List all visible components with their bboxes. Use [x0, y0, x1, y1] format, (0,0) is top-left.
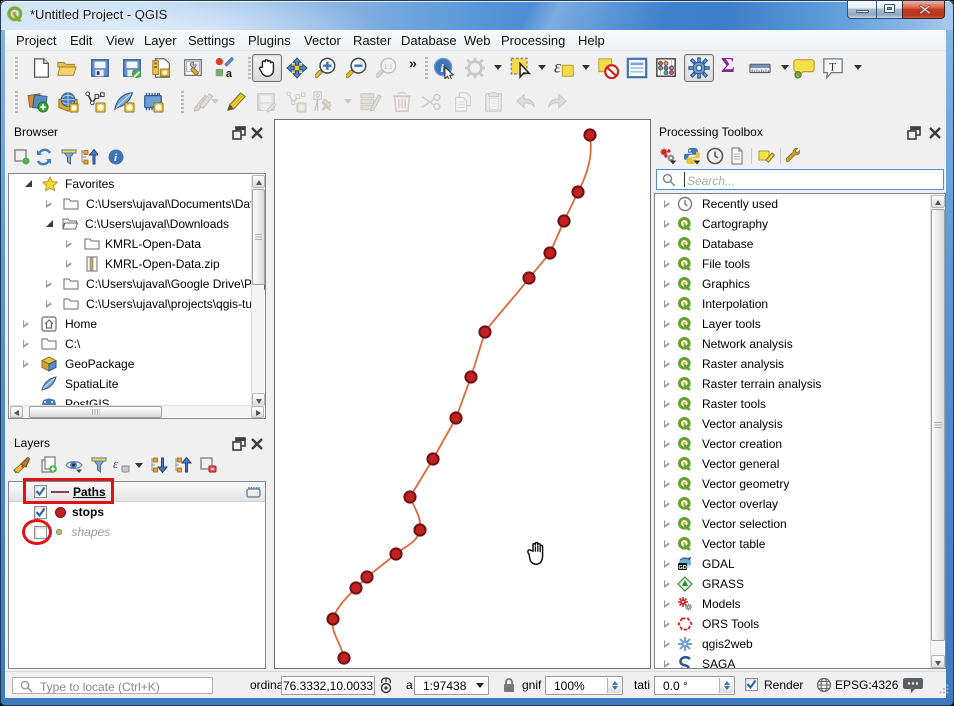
- svg-text:GDAL: GDAL: [679, 565, 694, 571]
- svg-text:a: a: [226, 68, 233, 79]
- svg-text:ε: ε: [554, 57, 561, 77]
- svg-text:ε: ε: [113, 456, 119, 471]
- svg-text:T: T: [829, 59, 837, 73]
- svg-text:1:1: 1:1: [383, 64, 393, 71]
